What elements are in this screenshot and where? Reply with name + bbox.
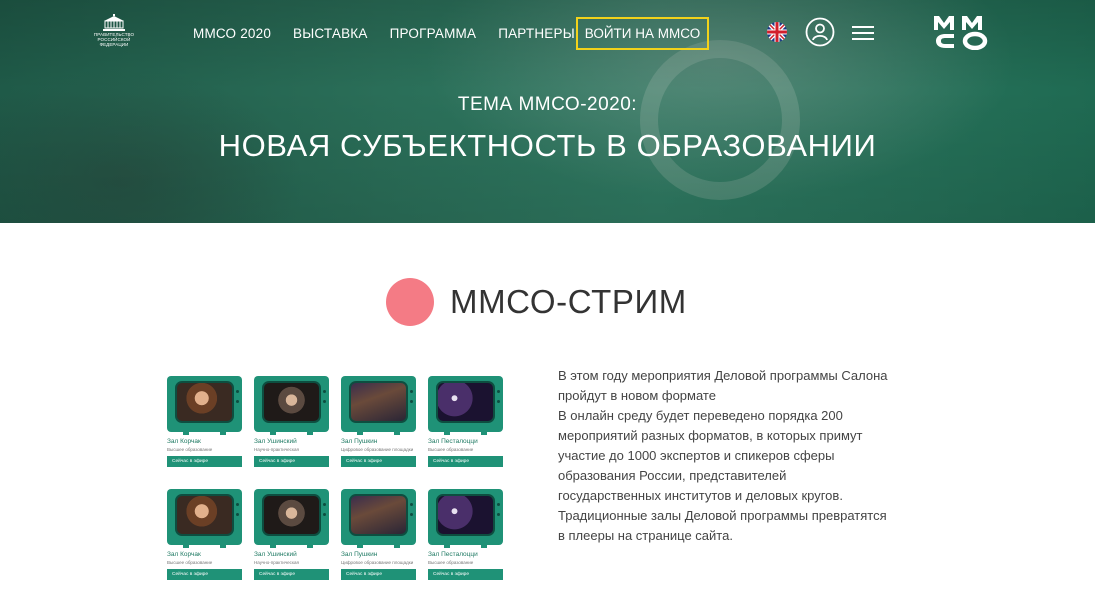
hall-name: Зал Пушкин (341, 551, 378, 558)
description-line: в плееры на странице сайта. (558, 528, 733, 543)
description-line: образования России, представителей (558, 468, 787, 483)
hall-card[interactable]: Зал Ушинский Научно-практическая Сейчас … (254, 376, 329, 467)
video-preview (349, 381, 408, 423)
hall-name: Зал Песталоцци (428, 551, 478, 558)
video-preview (175, 494, 234, 536)
description-line: В этом году мероприятия Деловой программ… (558, 368, 888, 383)
tv-player-thumbnail[interactable] (428, 376, 503, 435)
hall-card[interactable]: Зал Пушкин Цифровое образование площадки… (341, 489, 416, 580)
hall-description: Научно-практическая (254, 560, 299, 565)
now-live-button[interactable]: Сейчас в эфире (341, 569, 416, 580)
hall-description: Научно-практическая (254, 447, 299, 452)
now-live-button[interactable]: Сейчас в эфире (341, 456, 416, 467)
hero-title: НОВАЯ СУБЪЕКТНОСТЬ В ОБРАЗОВАНИИ (218, 128, 877, 163)
hero-subtitle: ТЕМА ММСО-2020: (457, 94, 638, 115)
government-logo-text: ПРАВИТЕЛЬСТВО РОССИЙСКОЙ ФЕДЕРАЦИИ (93, 32, 135, 47)
description-line: мероприятий разных форматов, в которых п… (558, 428, 863, 443)
live-indicator-dot (386, 278, 434, 326)
video-preview (262, 494, 321, 536)
nav-menu: ММСО 2020 ВЫСТАВКА ПРОГРАММА ПАРТНЕРЫ (193, 26, 597, 41)
hall-description: Высшее образование (167, 560, 213, 565)
hall-card[interactable]: Зал Песталоцци Высшее образование Сейчас… (428, 376, 503, 467)
hall-name: Зал Корчак (167, 551, 201, 558)
now-live-button[interactable]: Сейчас в эфире (254, 456, 329, 467)
tv-player-thumbnail[interactable] (428, 489, 503, 548)
now-live-button[interactable]: Сейчас в эфире (167, 569, 242, 580)
nav-item-partners[interactable]: ПАРТНЕРЫ (498, 26, 575, 41)
hall-card[interactable]: Зал Ушинский Научно-практическая Сейчас … (254, 489, 329, 580)
hamburger-menu-icon[interactable] (852, 25, 874, 41)
government-logo[interactable]: ПРАВИТЕЛЬСТВО РОССИЙСКОЙ ФЕДЕРАЦИИ (92, 14, 136, 52)
government-building-icon (103, 14, 125, 31)
description-line: пройдут в новом формате (558, 388, 716, 403)
user-account-icon[interactable] (805, 17, 835, 47)
now-live-button[interactable]: Сейчас в эфире (428, 456, 503, 467)
video-preview (175, 381, 234, 423)
video-preview (436, 381, 495, 423)
stream-description: В этом году мероприятия Деловой программ… (558, 366, 928, 546)
tv-player-thumbnail[interactable] (254, 489, 329, 548)
nav-item-program[interactable]: ПРОГРАММА (390, 26, 477, 41)
nav-item-mmso-2020[interactable]: ММСО 2020 (193, 26, 271, 41)
hall-description: Цифровое образование площадки (341, 560, 414, 565)
video-preview (436, 494, 495, 536)
hall-name: Зал Песталоцци (428, 438, 478, 445)
tv-player-thumbnail[interactable] (254, 376, 329, 435)
now-live-button[interactable]: Сейчас в эфире (167, 456, 242, 467)
hall-card[interactable]: Зал Корчак Высшее образование Сейчас в э… (167, 376, 242, 467)
hall-name: Зал Ушинский (254, 551, 297, 558)
tv-player-thumbnail[interactable] (167, 489, 242, 548)
stream-section-header: ММСО-СТРИМ (386, 278, 687, 326)
hall-name: Зал Ушинский (254, 438, 297, 445)
english-flag-icon[interactable] (767, 22, 787, 42)
hall-card[interactable]: Зал Песталоцци Высшее образование Сейчас… (428, 489, 503, 580)
mmco-brand-logo[interactable] (932, 14, 988, 50)
stream-section-title: ММСО-СТРИМ (450, 283, 687, 320)
description-line: В онлайн среду будет переведено порядка … (558, 408, 843, 423)
hall-description: Высшее образование (428, 560, 474, 565)
hall-card[interactable]: Зал Корчак Высшее образование Сейчас в э… (167, 489, 242, 580)
video-preview (262, 381, 321, 423)
hall-description: Высшее образование (167, 447, 213, 452)
description-line: Традиционные залы Деловой программы прев… (558, 508, 887, 523)
hall-description: Цифровое образование площадки (341, 447, 414, 452)
hero-background-decor (640, 40, 800, 200)
nav-item-exhibition[interactable]: ВЫСТАВКА (293, 26, 368, 41)
hall-name: Зал Пушкин (341, 438, 378, 445)
description-line: государственных институтов и деловых кру… (558, 488, 843, 503)
top-navigation: ПРАВИТЕЛЬСТВО РОССИЙСКОЙ ФЕДЕРАЦИИ ММСО … (0, 0, 1095, 64)
video-preview (349, 494, 408, 536)
description-line: участие до 1000 экспертов и спикеров сфе… (558, 448, 835, 463)
hall-card[interactable]: Зал Пушкин Цифровое образование площадки… (341, 376, 416, 467)
tv-player-thumbnail[interactable] (341, 489, 416, 548)
tv-player-thumbnail[interactable] (167, 376, 242, 435)
tv-player-thumbnail[interactable] (341, 376, 416, 435)
hall-description: Высшее образование (428, 447, 474, 452)
hero-banner: ПРАВИТЕЛЬСТВО РОССИЙСКОЙ ФЕДЕРАЦИИ ММСО … (0, 0, 1095, 223)
now-live-button[interactable]: Сейчас в эфире (254, 569, 329, 580)
hall-name: Зал Корчак (167, 438, 201, 445)
login-button[interactable]: ВОЙТИ НА ММСО (576, 17, 709, 50)
now-live-button[interactable]: Сейчас в эфире (428, 569, 503, 580)
